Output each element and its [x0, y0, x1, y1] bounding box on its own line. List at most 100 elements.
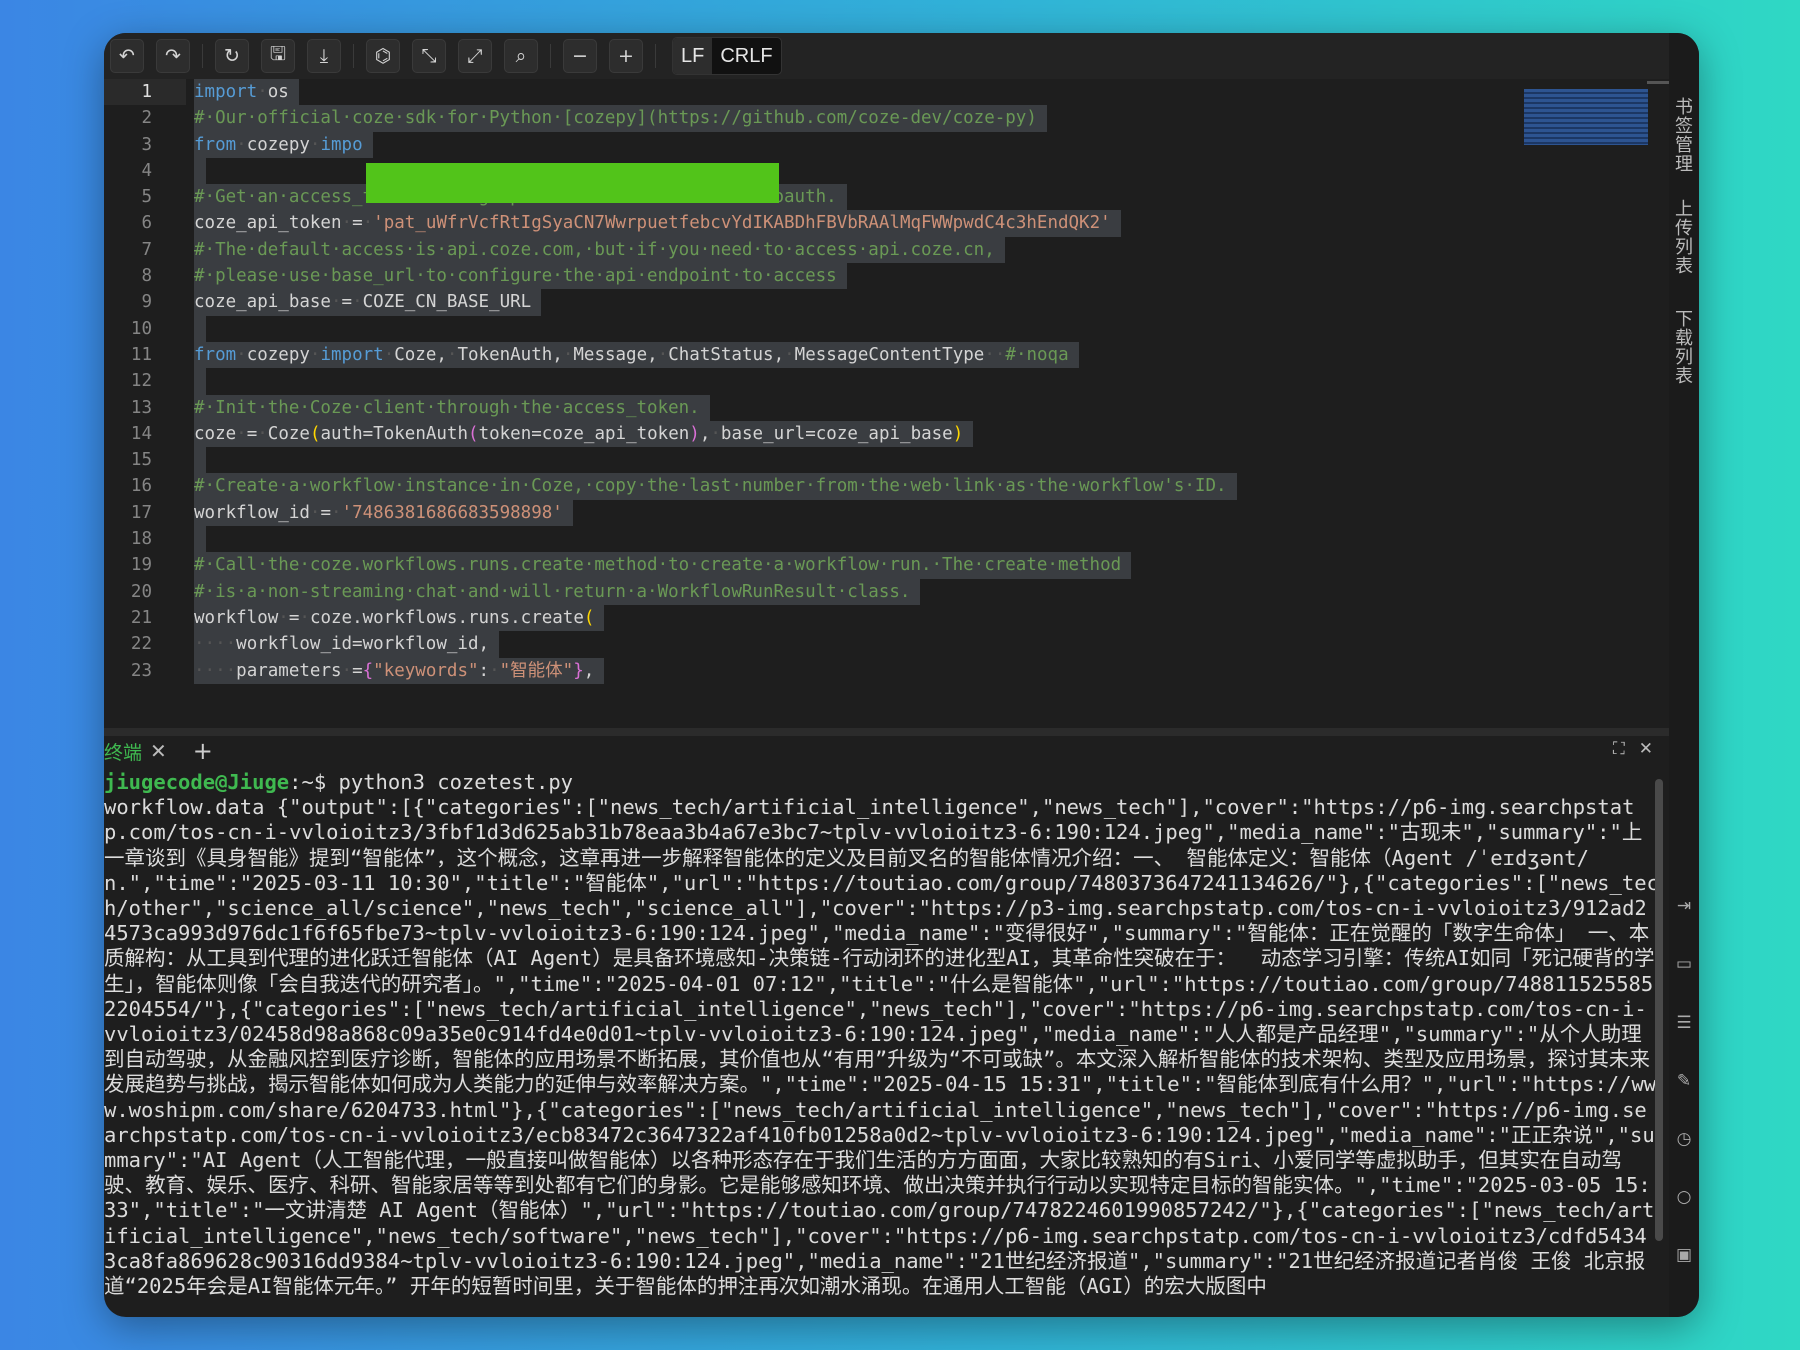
zoom-out-icon[interactable]: −	[563, 39, 597, 73]
code-text: #·Create·a·workflow·instance·in·Coze,·co…	[194, 473, 1237, 500]
code-token: ·	[257, 82, 268, 102]
redo-icon[interactable]: ↷	[156, 39, 190, 73]
close-icon[interactable]: ✕	[150, 739, 167, 763]
code-line[interactable]: 2 #·Our·official·coze·sdk·for·Python·[coz…	[104, 105, 1669, 132]
collapse-icon[interactable]: ⤡	[412, 39, 446, 73]
code-text: coze_api_base·=·COZE_CN_BASE_URL	[194, 289, 542, 316]
code-token: =	[288, 607, 300, 628]
terminal-tabs: 终端 ✕ + ⛶ ✕	[104, 736, 1669, 766]
code-token: ·	[278, 607, 289, 628]
bookmark-manager-tab[interactable]: 书签管理	[1672, 97, 1695, 173]
code-token: ·	[236, 134, 247, 155]
code-line[interactable]: 7 #·The·default·access·is·api.coze.com,·b…	[104, 236, 1669, 264]
minimap[interactable]	[1524, 89, 1648, 145]
code-token: ·	[309, 344, 321, 365]
export-icon[interactable]: ⇥	[1674, 896, 1694, 916]
history-icon[interactable]: ◷	[1674, 1129, 1694, 1149]
maximize-icon[interactable]: ⛶	[1613, 739, 1625, 759]
upload-list-tab[interactable]: 上传列表	[1672, 199, 1695, 275]
code-text: coze_api_token·=·'pat_uWfrVcfRtIgSyaCN7W…	[194, 210, 1121, 237]
undo-icon[interactable]: ↶	[110, 39, 144, 73]
code-token: coze_api_token	[194, 213, 342, 234]
close-panel-icon[interactable]: ✕	[1639, 739, 1653, 759]
code-line[interactable]: 9 coze_api_base·=·COZE_CN_BASE_URL	[104, 289, 1669, 316]
code-token: ·	[383, 344, 395, 365]
terminal-scrollbar[interactable]	[1655, 779, 1663, 1241]
code-line[interactable]: 16 #·Create·a·workflow·instance·in·Coze,·…	[104, 473, 1669, 500]
code-line[interactable]: 13 #·Init·the·Coze·client·through·the·acc…	[104, 394, 1669, 421]
compass-icon[interactable]: ⌬	[366, 39, 400, 73]
refresh-icon[interactable]: ↻	[215, 39, 249, 73]
add-tab-button[interactable]: +	[193, 737, 213, 765]
code-token: (	[309, 423, 321, 444]
code-line[interactable]: 12	[104, 368, 1669, 395]
code-text: coze·=·Coze(auth=TokenAuth(token=coze_ap…	[194, 420, 974, 448]
code-line[interactable]: 8 #·please·use·base_url·to·configure·the·…	[104, 263, 1669, 290]
code-line[interactable]: 15	[104, 447, 1669, 474]
code-token: impo	[320, 134, 363, 155]
save-icon-rail[interactable]: ▣	[1674, 1245, 1694, 1265]
circle-icon[interactable]: ○	[1674, 1187, 1694, 1207]
code-text: #·The·default·access·is·api.coze.com,·bu…	[194, 236, 1005, 264]
code-token: '7486381686683598898'	[341, 502, 563, 523]
code-line[interactable]: 21 workflow·=·coze.workflows.runs.create(	[104, 604, 1669, 632]
code-line[interactable]: 18	[104, 526, 1669, 553]
code-line[interactable]: 1 import·os	[104, 79, 1669, 106]
line-number: 20	[130, 581, 152, 602]
code-token: #·The·default·access·is·api.coze.com,·bu…	[194, 239, 995, 260]
editor-scrollbar[interactable]	[1647, 81, 1669, 84]
code-token: from	[194, 134, 237, 155]
code-token: cozepy	[246, 134, 310, 155]
eol-crlf-button[interactable]: CRLF	[712, 38, 780, 74]
code-line[interactable]: 11 from·cozepy·import·Coze,·TokenAuth,·Me…	[104, 341, 1669, 369]
code-line[interactable]: 23 ····parameters·={"keywords":·"智能体"},	[104, 657, 1669, 684]
code-line[interactable]: 20 #·is·a·non-streaming·chat·and·will·ret…	[104, 578, 1669, 605]
line-number: 9	[141, 292, 152, 313]
line-number: 19	[130, 555, 152, 576]
search-icon[interactable]: ⌕	[504, 39, 538, 73]
line-number: 13	[130, 397, 152, 418]
code-line[interactable]: 19 #·Call·the·coze.workflows.runs.create·…	[104, 552, 1669, 579]
code-token: ·	[784, 344, 795, 365]
code-line[interactable]: 3 from·cozepy·impo	[104, 131, 1669, 158]
eol-lf-button[interactable]: LF	[673, 38, 713, 74]
redaction-block	[366, 163, 779, 203]
code-editor[interactable]: 1 import·os 2 #·Our·official·coze·sdk·for·P…	[104, 79, 1669, 728]
code-line[interactable]: 17 workflow_id·=·'7486381686683598898'	[104, 499, 1669, 527]
code-token: #·please·use·base_url·to·configure·the·a…	[194, 266, 837, 287]
line-number: 11	[130, 344, 152, 365]
code-token: ·	[446, 344, 458, 365]
code-line[interactable]: 4	[104, 157, 1669, 185]
code-line[interactable]: 5#·Get·an·access_token·through·personal·…	[104, 184, 1669, 211]
code-line[interactable]: 22 ····workflow_id=workflow_id,	[104, 631, 1669, 658]
code-token: import	[320, 344, 384, 365]
expand-icon[interactable]: ⤢	[458, 39, 492, 73]
code-token: Coze,	[394, 344, 447, 365]
terminal-output-text: workflow.data {"output":[{"categories":[…	[104, 795, 1659, 1299]
zoom-in-icon[interactable]: +	[609, 39, 643, 73]
save-icon[interactable]: 🖫	[261, 39, 295, 73]
tab-terminal-label: 终端	[104, 741, 143, 764]
code-token: coze_api_base	[194, 292, 331, 313]
list-icon[interactable]: ☰	[1674, 1013, 1694, 1033]
line-number: 2	[141, 108, 152, 129]
code-line[interactable]: 14 coze·=·Coze(auth=TokenAuth(token=coze_…	[104, 420, 1669, 448]
download-list-tab[interactable]: 下载列表	[1672, 309, 1695, 385]
code-token: ·	[341, 660, 353, 681]
line-number: 10	[130, 318, 152, 339]
edit-icon[interactable]: ✎	[1674, 1071, 1694, 1091]
panel-splitter[interactable]	[104, 728, 1669, 736]
code-token: "智能体"	[499, 660, 574, 681]
tab-terminal[interactable]: 终端 ✕	[104, 738, 167, 765]
code-token: :	[478, 660, 490, 681]
code-line[interactable]: 6 coze_api_token·=·'pat_uWfrVcfRtIgSyaCN7…	[104, 210, 1669, 237]
code-text: ····parameters·={"keywords":·"智能体"},	[194, 657, 605, 684]
terminal-output[interactable]: jiugecode@Jiuge:~$ python3 cozetest.py w…	[104, 770, 1659, 1317]
code-token: =	[352, 660, 363, 681]
folder-icon[interactable]: ▭	[1674, 954, 1694, 974]
code-text	[194, 315, 206, 342]
code-token: ·	[331, 502, 342, 523]
code-line[interactable]: 10	[104, 315, 1669, 342]
download-icon[interactable]: ⤓	[307, 39, 341, 73]
code-token: auth=TokenAuth	[320, 423, 469, 444]
